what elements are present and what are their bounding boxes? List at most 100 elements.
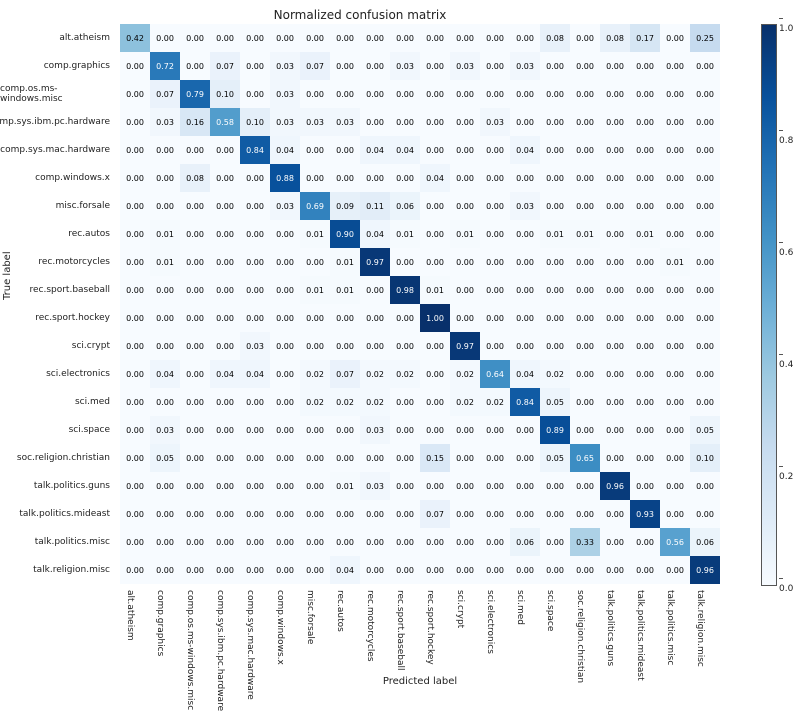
heatmap-cell: 0.00 [330, 444, 360, 472]
heatmap-cell: 0.00 [270, 556, 300, 584]
heatmap-cell: 0.07 [300, 52, 330, 80]
heatmap-cell: 0.00 [630, 108, 660, 136]
chart-title: Normalized confusion matrix [0, 8, 720, 22]
heatmap-cell: 0.00 [450, 24, 480, 52]
heatmap-cell: 0.00 [150, 24, 180, 52]
heatmap-cell: 0.00 [570, 556, 600, 584]
heatmap-cell: 0.00 [390, 248, 420, 276]
heatmap-cell: 0.00 [540, 276, 570, 304]
heatmap-cell: 0.00 [630, 416, 660, 444]
heatmap-cell: 0.00 [510, 444, 540, 472]
heatmap-cell: 0.01 [630, 220, 660, 248]
x-tick-label: rec.motorcycles [360, 586, 390, 676]
heatmap-cell: 0.00 [690, 108, 720, 136]
heatmap-cell: 0.00 [480, 80, 510, 108]
y-tick-label: comp.graphics [0, 52, 116, 80]
heatmap-cell: 0.00 [150, 304, 180, 332]
heatmap-cell: 0.00 [330, 332, 360, 360]
heatmap-cell: 0.00 [210, 248, 240, 276]
heatmap-cell: 0.00 [540, 248, 570, 276]
heatmap-cell: 0.00 [540, 304, 570, 332]
heatmap-cell: 0.00 [120, 500, 150, 528]
heatmap-cell: 0.00 [570, 388, 600, 416]
heatmap-cell: 0.00 [600, 108, 630, 136]
heatmap-cell: 0.00 [600, 304, 630, 332]
heatmap-cell: 0.08 [600, 24, 630, 52]
heatmap-cell: 0.00 [690, 192, 720, 220]
heatmap-cell: 0.00 [300, 24, 330, 52]
heatmap-cell: 0.02 [300, 360, 330, 388]
heatmap-cell: 0.03 [390, 52, 420, 80]
heatmap-cell: 0.00 [150, 472, 180, 500]
y-tick-label: sci.crypt [0, 332, 116, 360]
y-tick-label: rec.motorcycles [0, 248, 116, 276]
heatmap-cell: 0.00 [270, 528, 300, 556]
heatmap-cell: 0.00 [540, 472, 570, 500]
heatmap-cell: 0.00 [600, 52, 630, 80]
y-tick-label: comp.sys.mac.hardware [0, 136, 116, 164]
heatmap-cell: 0.00 [570, 332, 600, 360]
heatmap-cell: 0.01 [300, 220, 330, 248]
heatmap-cell: 0.00 [270, 416, 300, 444]
x-tick-label: talk.politics.guns [600, 586, 630, 676]
x-tick-label: comp.os.ms-windows.misc [180, 586, 210, 676]
heatmap-cell: 0.00 [420, 52, 450, 80]
colorbar-tick: 1.0 [779, 14, 799, 34]
heatmap-cell: 0.01 [660, 248, 690, 276]
heatmap-cell: 0.90 [330, 220, 360, 248]
heatmap-cell: 0.00 [630, 332, 660, 360]
heatmap-cell: 0.97 [450, 332, 480, 360]
heatmap-cell: 0.00 [300, 556, 330, 584]
heatmap-cell: 0.00 [180, 472, 210, 500]
heatmap-cell: 0.00 [480, 136, 510, 164]
heatmap-cell: 0.00 [570, 24, 600, 52]
heatmap-cell: 0.84 [240, 136, 270, 164]
heatmap-cell: 0.00 [690, 388, 720, 416]
heatmap-cell: 0.00 [630, 444, 660, 472]
heatmap-cell: 0.07 [330, 360, 360, 388]
heatmap-cell: 0.00 [420, 416, 450, 444]
heatmap-cell: 0.58 [210, 108, 240, 136]
heatmap-cell: 0.00 [150, 528, 180, 556]
heatmap-cell: 0.03 [360, 472, 390, 500]
heatmap-cell: 0.00 [360, 332, 390, 360]
heatmap-cell: 0.00 [390, 332, 420, 360]
heatmap-cell: 0.00 [360, 500, 390, 528]
heatmap-cell: 0.04 [390, 136, 420, 164]
heatmap-cell: 0.00 [180, 444, 210, 472]
y-tick-label: comp.windows.x [0, 164, 116, 192]
heatmap-cell: 0.00 [600, 332, 630, 360]
y-tick-label: talk.politics.guns [0, 472, 116, 500]
heatmap-cell: 0.00 [180, 304, 210, 332]
heatmap-cell: 0.00 [330, 164, 360, 192]
heatmap-cell: 0.00 [240, 472, 270, 500]
heatmap-cell: 0.00 [510, 164, 540, 192]
heatmap-cell: 0.00 [660, 52, 690, 80]
heatmap-cell: 0.00 [180, 332, 210, 360]
heatmap-cell: 0.00 [420, 528, 450, 556]
heatmap-cell: 0.00 [480, 52, 510, 80]
heatmap-cell: 0.00 [330, 304, 360, 332]
heatmap-cell: 0.00 [240, 500, 270, 528]
heatmap-cell: 0.00 [630, 304, 660, 332]
x-tick-label: misc.forsale [300, 586, 330, 676]
heatmap-cell: 0.69 [300, 192, 330, 220]
heatmap-cell: 0.00 [450, 108, 480, 136]
heatmap-cell: 0.00 [600, 220, 630, 248]
heatmap-cell: 0.00 [210, 192, 240, 220]
x-tick-label: sci.electronics [480, 586, 510, 676]
heatmap-cell: 0.00 [210, 164, 240, 192]
heatmap-cell: 0.00 [150, 276, 180, 304]
heatmap-cell: 0.07 [150, 80, 180, 108]
heatmap-cell: 0.89 [540, 416, 570, 444]
heatmap-cell: 0.15 [420, 444, 450, 472]
heatmap-cell: 0.00 [630, 164, 660, 192]
heatmap-cell: 0.03 [270, 80, 300, 108]
heatmap-cell: 0.00 [570, 108, 600, 136]
heatmap-cell: 0.00 [600, 276, 630, 304]
heatmap-cell: 0.00 [540, 52, 570, 80]
heatmap-cell: 0.04 [210, 360, 240, 388]
x-tick-label: sci.crypt [450, 586, 480, 676]
heatmap-cell: 0.00 [240, 24, 270, 52]
heatmap-cell: 0.00 [660, 388, 690, 416]
